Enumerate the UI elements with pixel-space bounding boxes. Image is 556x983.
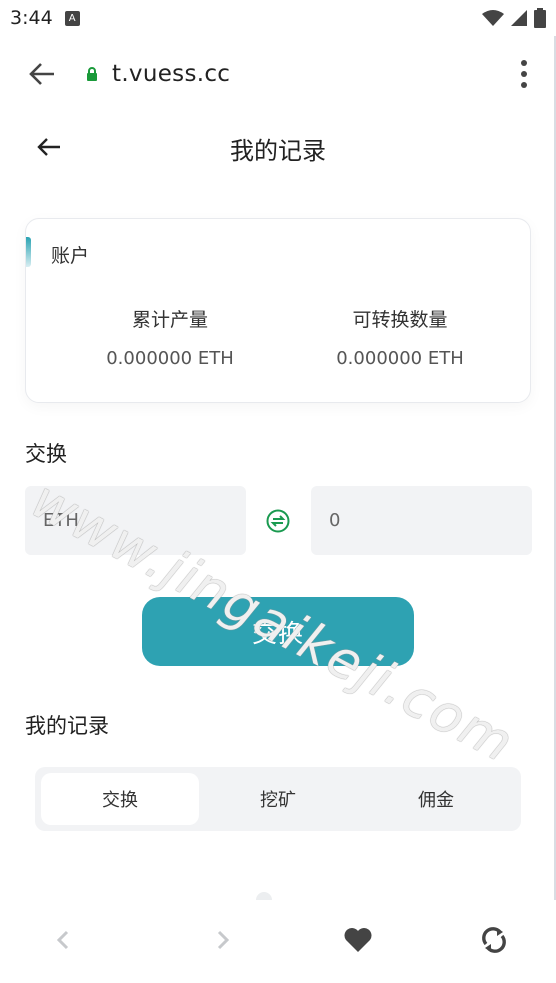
refresh-button[interactable] [476,922,512,958]
lock-icon [86,66,100,82]
account-card: 账户 累计产量 0.000000 ETH 可转换数量 0.000000 ETH [25,218,531,403]
tab-mining[interactable]: 挖矿 [199,773,357,825]
nav-forward-button[interactable] [205,922,241,958]
records-title: 我的记录 [25,714,109,738]
url-bar[interactable]: t.vuess.cc [112,61,230,87]
signal-icon [511,10,527,26]
browser-menu-button[interactable] [514,54,534,94]
tab-commission[interactable]: 佣金 [357,773,515,825]
browser-bottom-bar [0,900,556,983]
arrow-left-icon [29,63,54,85]
stat-value: 0.000000 ETH [336,348,464,369]
to-amount-field[interactable]: 0 [311,486,532,555]
chevron-right-icon [217,930,230,950]
status-bar: 3:44 A [0,0,556,36]
tab-exchange[interactable]: 交换 [41,773,199,825]
stat-convertible: 可转换数量 0.000000 ETH [280,305,520,369]
stat-value: 0.000000 ETH [106,348,234,369]
refresh-icon [482,927,506,953]
wifi-icon [482,10,504,26]
more-vert-icon [521,60,527,66]
records-tabs: 交换 挖矿 佣金 [35,767,521,831]
status-icons [482,8,546,28]
swap-icon[interactable] [266,509,290,533]
status-time: 3:44 [10,7,53,29]
accent-bar [26,237,31,267]
browser-back-button[interactable] [22,54,62,94]
page-title: 我的记录 [230,136,326,165]
favorite-button[interactable] [340,922,376,958]
exchange-button[interactable]: 交换 [142,597,414,666]
account-label: 账户 [51,245,90,267]
from-currency-field[interactable]: ETH [25,486,246,555]
exchange-title: 交换 [25,442,67,466]
browser-toolbar: t.vuess.cc [0,36,556,112]
page-back-button[interactable] [34,132,64,162]
battery-icon [534,8,546,28]
page-header: 我的记录 [0,112,556,184]
stat-label: 累计产量 [131,309,208,331]
loading-indicator [256,892,272,900]
notification-icon: A [64,10,80,26]
heart-icon [344,928,372,952]
stat-total-output: 累计产量 0.000000 ETH [50,305,290,369]
stat-label: 可转换数量 [352,309,448,331]
chevron-left-icon [56,930,69,950]
nav-back-button[interactable] [45,922,81,958]
